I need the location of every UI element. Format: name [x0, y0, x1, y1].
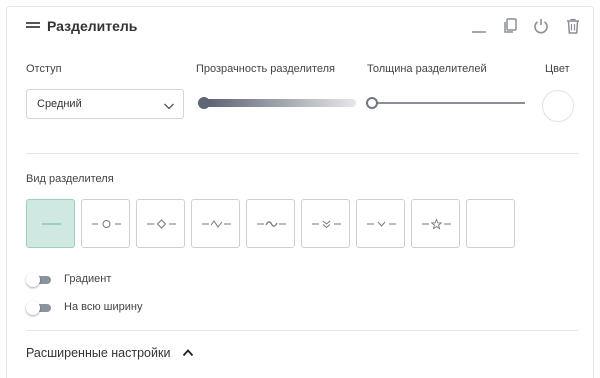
separator-type-chevron[interactable] — [356, 199, 405, 248]
section-divider — [26, 153, 579, 154]
gradient-label: Градиент — [64, 273, 112, 285]
opacity-label: Прозрачность разделителя — [196, 63, 335, 75]
full-width-label: На всю ширину — [64, 301, 143, 313]
thickness-label: Толщина разделителей — [367, 63, 487, 75]
separator-type-label: Вид разделителя — [26, 173, 114, 185]
duplicate-icon[interactable] — [501, 17, 519, 35]
indent-label: Отступ — [26, 63, 62, 75]
thickness-slider-thumb[interactable] — [366, 97, 378, 109]
power-icon[interactable] — [532, 17, 550, 35]
advanced-settings-toggle[interactable]: Расширенные настройки — [26, 344, 194, 362]
minimize-icon[interactable] — [470, 17, 488, 35]
advanced-divider — [26, 330, 579, 331]
panel-title: Разделитель — [47, 18, 138, 34]
full-width-toggle[interactable] — [26, 301, 52, 315]
panel-header: Разделитель — [7, 7, 593, 47]
indent-select[interactable]: Средний — [26, 89, 184, 119]
separator-type-zigzag[interactable] — [191, 199, 240, 248]
gradient-toggle[interactable] — [26, 273, 52, 287]
color-label: Цвет — [545, 63, 570, 75]
separator-type-star[interactable] — [411, 199, 460, 248]
separator-type-diamond[interactable] — [136, 199, 185, 248]
separator-type-double-chevron[interactable] — [301, 199, 350, 248]
opacity-slider-track[interactable] — [204, 99, 356, 107]
separator-type-empty[interactable] — [466, 199, 515, 248]
color-picker-swatch[interactable] — [542, 90, 574, 122]
chevron-up-icon — [182, 346, 194, 358]
chevron-down-icon — [163, 99, 175, 111]
indent-select-value: Средний — [37, 98, 82, 110]
thickness-slider-track[interactable] — [372, 102, 525, 104]
advanced-settings-label: Расширенные настройки — [26, 346, 171, 360]
separator-type-circle[interactable] — [81, 199, 130, 248]
trash-icon[interactable] — [564, 17, 582, 35]
separator-type-line[interactable] — [26, 199, 75, 248]
separator-settings-panel: Разделитель Отступ Прозрачность разделит… — [6, 6, 594, 378]
separator-type-wave[interactable] — [246, 199, 295, 248]
opacity-slider-thumb[interactable] — [198, 97, 210, 109]
drag-handle-icon[interactable] — [26, 22, 40, 30]
